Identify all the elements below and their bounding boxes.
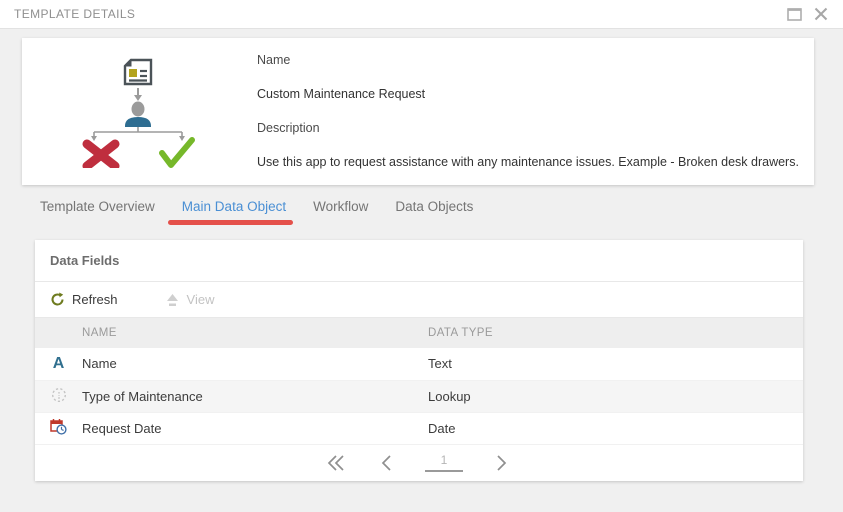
tab-data-objects[interactable]: Data Objects [395, 199, 473, 222]
refresh-button[interactable]: Refresh [50, 292, 118, 307]
date-type-icon [50, 418, 67, 435]
previous-page-button[interactable] [375, 452, 397, 474]
name-value: Custom Maintenance Request [257, 87, 814, 121]
maximize-icon [787, 7, 803, 21]
table-row[interactable]: Type of Maintenance Lookup [35, 380, 803, 412]
view-icon [165, 293, 180, 307]
name-column-header: NAME [82, 318, 428, 348]
text-type-icon-cell: A [35, 348, 82, 380]
page-number-input[interactable] [425, 453, 463, 472]
approval-workflow-icon [80, 56, 200, 168]
view-label: View [187, 292, 215, 307]
chevron-right-icon [496, 454, 508, 472]
view-button[interactable]: View [165, 292, 215, 307]
close-button[interactable] [811, 4, 831, 24]
table-row[interactable]: Request Date Date [35, 412, 803, 444]
panel-toolbar: Refresh View [35, 282, 803, 318]
template-details-dialog: TEMPLATE DETAILS [0, 0, 843, 512]
next-page-button[interactable] [491, 452, 513, 474]
data-fields-table: NAME DATA TYPE A Name Text [35, 318, 803, 445]
refresh-icon [50, 292, 65, 307]
field-name: Type of Maintenance [82, 380, 428, 412]
dialog-titlebar: TEMPLATE DETAILS [0, 0, 843, 29]
description-value: Use this app to request assistance with … [257, 155, 814, 189]
field-data-type: Date [428, 412, 803, 444]
dialog-title: TEMPLATE DETAILS [14, 7, 135, 21]
tab-workflow[interactable]: Workflow [313, 199, 368, 222]
icon-column-header [35, 318, 82, 348]
refresh-label: Refresh [72, 292, 118, 307]
tab-main-data-object[interactable]: Main Data Object [182, 199, 286, 222]
double-chevron-left-icon [326, 454, 346, 472]
lookup-type-icon-cell [35, 380, 82, 412]
date-type-icon-cell [35, 412, 82, 444]
data-fields-panel: Data Fields Refresh View [35, 240, 803, 481]
pagination [35, 445, 803, 482]
field-data-type: Text [428, 348, 803, 380]
description-label: Description [257, 121, 814, 155]
template-info-text: Name Custom Maintenance Request Descript… [257, 38, 814, 185]
first-page-button[interactable] [325, 452, 347, 474]
close-icon [814, 7, 828, 21]
maximize-button[interactable] [785, 4, 805, 24]
tab-bar: Template Overview Main Data Object Workf… [40, 199, 500, 222]
data-type-column-header: DATA TYPE [428, 318, 803, 348]
text-type-icon: A [53, 355, 65, 372]
template-graphic-container [22, 38, 257, 185]
table-row[interactable]: A Name Text [35, 348, 803, 380]
chevron-left-icon [380, 454, 392, 472]
field-data-type: Lookup [428, 380, 803, 412]
reject-x-icon [87, 144, 115, 166]
name-label: Name [257, 53, 814, 87]
approve-check-icon [162, 140, 192, 165]
field-name: Request Date [82, 412, 428, 444]
template-info-card: Name Custom Maintenance Request Descript… [22, 38, 814, 185]
panel-title: Data Fields [35, 240, 803, 282]
tab-template-overview[interactable]: Template Overview [40, 199, 155, 222]
field-name: Name [82, 348, 428, 380]
table-header-row: NAME DATA TYPE [35, 318, 803, 348]
lookup-type-icon [51, 387, 67, 403]
